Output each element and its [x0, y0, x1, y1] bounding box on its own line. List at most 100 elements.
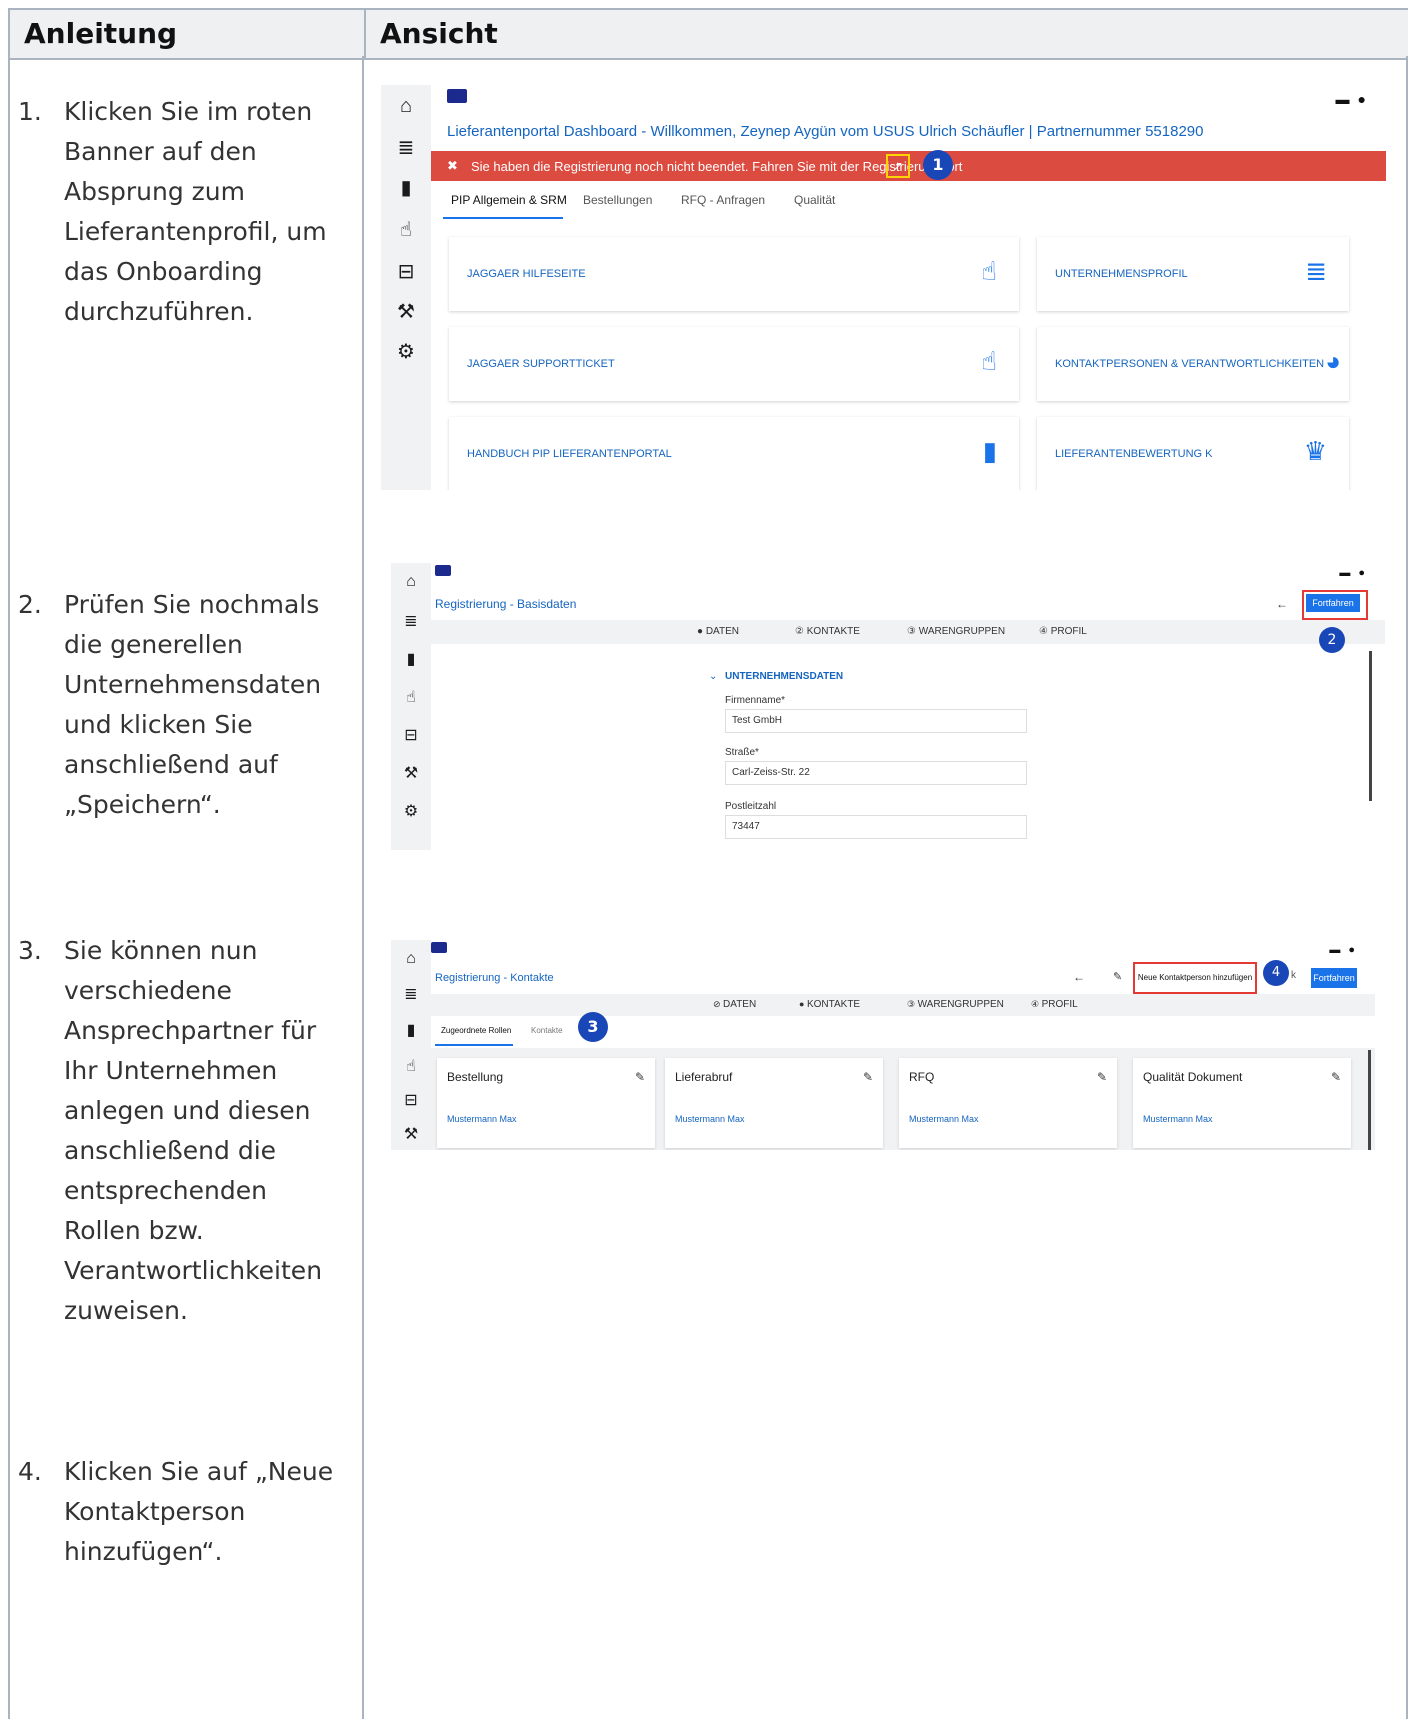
book-icon[interactable]: ▬	[1329, 944, 1348, 956]
screenshot-dashboard: ⌂ ≣ ▮ ☝ ⊟ ⚒ ⚙ ▬● Lieferantenportal Dashb…	[381, 85, 1386, 490]
book-icon[interactable]: ▮	[391, 1020, 431, 1040]
field-firmenname[interactable]: Test GmbH	[725, 709, 1027, 733]
step-number: 1.	[18, 97, 42, 126]
field-label-postleitzahl: Postleitzahl	[725, 801, 777, 812]
step-profil[interactable]: ④ PROFIL	[1039, 626, 1087, 637]
help-hand-icon[interactable]: ☝	[381, 217, 431, 242]
step-daten[interactable]: ● DATEN	[697, 626, 739, 637]
tile-jaggaer-supportticket[interactable]: JAGGAER SUPPORTTICKET ☝	[449, 327, 1019, 401]
column-title-instructions: Anleitung	[24, 17, 178, 50]
tab-rfq-anfragen[interactable]: RFQ - Anfragen	[681, 193, 765, 207]
tile-jaggaer-hilfeseite[interactable]: JAGGAER HILFESEITE ☝	[449, 237, 1019, 311]
book-icon[interactable]: ▬	[1336, 91, 1358, 107]
external-link-icon[interactable]: ↗	[886, 154, 910, 178]
gavel-icon[interactable]: ⚒	[381, 299, 431, 324]
step-number: 4.	[18, 1457, 42, 1486]
pencil-icon[interactable]: ✎	[1097, 1070, 1107, 1084]
bus-icon[interactable]: ⊟	[391, 1090, 431, 1110]
database-icon[interactable]: ≣	[391, 611, 431, 631]
add-contact-button[interactable]: Neue Kontaktperson hinzufügen	[1133, 962, 1257, 994]
role-card-bestellung: Bestellung ✎ Mustermann Max	[437, 1058, 655, 1148]
help-hand-icon[interactable]: ☝	[391, 1056, 431, 1076]
screenshot-basisdaten: ⌂ ≣ ▮ ☝ ⊟ ⚒ ⚙ ▬● Registrierung - Basisda…	[391, 563, 1385, 850]
chevron-down-icon[interactable]: ⌄	[709, 671, 717, 682]
gavel-icon[interactable]: ⚒	[391, 1124, 431, 1144]
user-icon[interactable]: ●	[1358, 567, 1373, 579]
step-number: 2.	[18, 590, 42, 619]
step-kontakte[interactable]: ● KONTAKTE	[799, 999, 860, 1010]
callout-badge-3: 3	[578, 1012, 608, 1042]
book-icon[interactable]: ▮	[391, 649, 431, 669]
user-icon[interactable]: ●	[1348, 944, 1363, 956]
column-header-instructions: Anleitung	[8, 8, 365, 60]
tile-label: KONTAKTPERSONEN & VERANTWORTLICHKEITEN	[1055, 358, 1325, 370]
bus-icon[interactable]: ⊟	[391, 725, 431, 745]
book-icon[interactable]: ▬	[1339, 567, 1358, 579]
scrollbar[interactable]	[1368, 1050, 1371, 1150]
gear-icon[interactable]: ⚙	[381, 339, 431, 364]
gear-icon[interactable]: ⚙	[391, 801, 431, 821]
tab-zugeordnete-rollen[interactable]: Zugeordnete Rollen	[441, 1026, 511, 1035]
database-icon[interactable]: ≣	[391, 984, 431, 1004]
field-label-firmenname: Firmenname*	[725, 695, 786, 706]
back-arrow-icon[interactable]: ←	[1276, 597, 1288, 611]
scrollbar[interactable]	[1369, 651, 1372, 801]
user-icon[interactable]: ●	[1358, 91, 1374, 107]
tab-active-underline	[435, 1044, 513, 1046]
main-area: ▬● Registrierung - Basisdaten ← Fortfahr…	[431, 563, 1385, 850]
book-icon: ▮	[982, 436, 997, 467]
step-daten[interactable]: ⊘ DATEN	[713, 999, 756, 1010]
page-title[interactable]: Lieferantenportal Dashboard - Willkommen…	[447, 123, 1203, 140]
step-warengruppen[interactable]: ③ WARENGRUPPEN	[907, 999, 1004, 1010]
tab-pip-allgemein[interactable]: PIP Allgemein & SRM	[451, 193, 567, 207]
field-value: 73447	[732, 821, 760, 832]
book-icon[interactable]: ▮	[381, 175, 431, 200]
pencil-icon[interactable]: ✎	[1331, 1070, 1341, 1084]
registration-banner: ✖ Sie haben die Registrierung noch nicht…	[431, 151, 1386, 181]
gavel-icon[interactable]: ⚒	[391, 763, 431, 783]
database-icon: ≣	[1305, 256, 1327, 287]
section-title[interactable]: UNTERNEHMENSDATEN	[725, 671, 843, 682]
bus-icon[interactable]: ⊟	[381, 259, 431, 284]
help-hand-icon[interactable]: ☝	[391, 687, 431, 707]
tile-unternehmensprofil[interactable]: UNTERNEHMENSPROFIL ≣	[1037, 237, 1349, 311]
step-text: Klicken Sie auf „Neue Kontaktperson hinz…	[64, 1457, 334, 1566]
sidebar: ⌂ ≣ ▮ ☝ ⊟ ⚒ ⚙	[381, 85, 431, 490]
pencil-icon[interactable]: ✎	[1113, 970, 1122, 983]
zeiss-logo	[435, 565, 451, 576]
card-contact-link[interactable]: Mustermann Max	[909, 1114, 979, 1124]
back-arrow-icon[interactable]: ←	[1073, 970, 1085, 984]
step-warengruppen[interactable]: ③ WARENGRUPPEN	[907, 626, 1005, 637]
card-contact-link[interactable]: Mustermann Max	[675, 1114, 745, 1124]
continue-button[interactable]: Fortfahren	[1306, 594, 1360, 612]
callout-badge-4: 4	[1263, 960, 1289, 986]
pencil-icon[interactable]: ✎	[863, 1070, 873, 1084]
tile-label: HANDBUCH PIP LIEFERANTENPORTAL	[467, 448, 672, 460]
step-3: 3. Sie können nun verschiedene Ansprechpa…	[18, 931, 348, 1331]
tile-kontaktpersonen[interactable]: KONTAKTPERSONEN & VERANTWORTLICHKEITEN ◕	[1037, 327, 1349, 401]
card-contact-link[interactable]: Mustermann Max	[1143, 1114, 1213, 1124]
zeiss-logo	[431, 942, 447, 953]
field-postleitzahl[interactable]: 73447	[725, 815, 1027, 839]
card-title: Qualität Dokument	[1143, 1070, 1243, 1084]
card-contact-link[interactable]: Mustermann Max	[447, 1114, 517, 1124]
step-profil[interactable]: ④ PROFIL	[1031, 999, 1078, 1010]
tab-qualitaet[interactable]: Qualität	[794, 193, 835, 207]
field-strasse[interactable]: Carl-Zeiss-Str. 22	[725, 761, 1027, 785]
top-icons: ▬●	[1336, 91, 1374, 107]
home-icon[interactable]: ⌂	[391, 950, 431, 968]
pencil-icon[interactable]: ✎	[635, 1070, 645, 1084]
tab-kontakte[interactable]: Kontakte	[531, 1026, 563, 1035]
help-hand-icon: ☝	[981, 256, 997, 287]
continue-button[interactable]: Fortfahren	[1311, 968, 1357, 988]
tile-label: JAGGAER HILFESEITE	[467, 268, 586, 280]
tab-bestellungen[interactable]: Bestellungen	[583, 193, 652, 207]
tile-label: LIEFERANTENBEWERTUNG K	[1055, 448, 1213, 460]
tile-lieferantenbewertung[interactable]: LIEFERANTENBEWERTUNG K ♛	[1037, 417, 1349, 490]
field-label-strasse: Straße*	[725, 747, 759, 758]
step-kontakte[interactable]: ② KONTAKTE	[795, 626, 860, 637]
tile-handbuch[interactable]: HANDBUCH PIP LIEFERANTENPORTAL ▮	[449, 417, 1019, 490]
database-icon[interactable]: ≣	[381, 135, 431, 160]
home-icon[interactable]: ⌂	[381, 95, 431, 118]
home-icon[interactable]: ⌂	[391, 573, 431, 591]
